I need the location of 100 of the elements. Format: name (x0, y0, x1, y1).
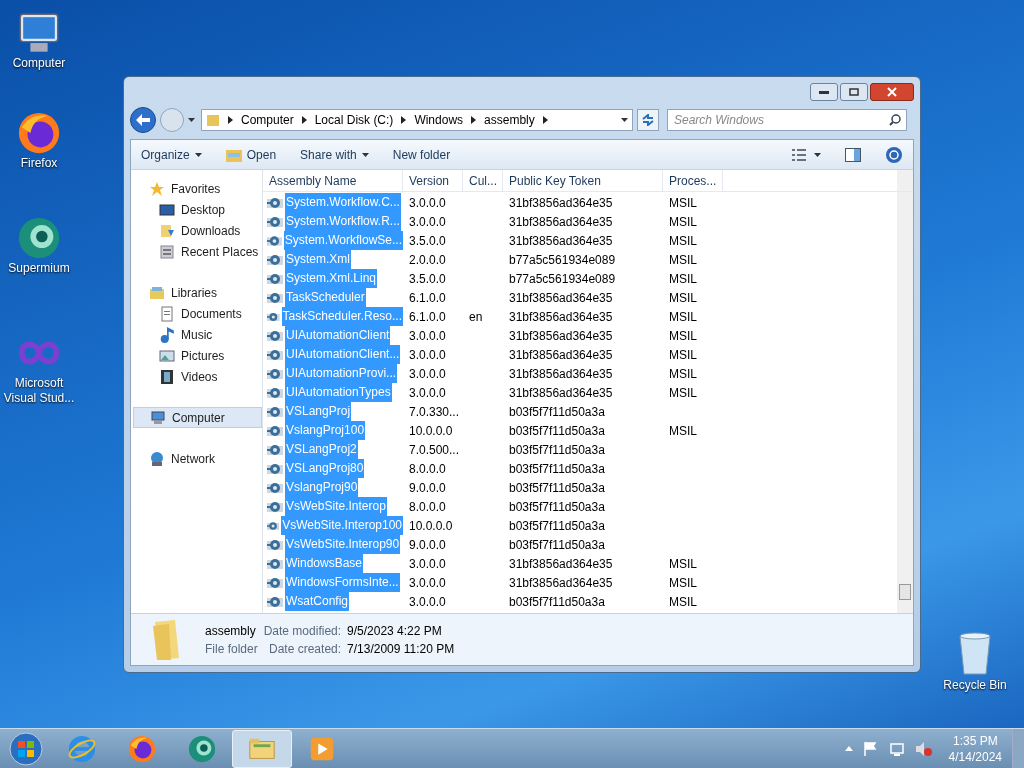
refresh-button[interactable] (637, 109, 659, 131)
table-cell: 9.0.0.0 (409, 480, 446, 495)
breadcrumb[interactable]: Local Disk (C:) (314, 111, 394, 129)
column-header[interactable]: Cul... (463, 170, 503, 191)
assembly-icon (267, 594, 283, 609)
breadcrumb[interactable]: Windows (414, 111, 464, 129)
toolbar-button[interactable]: Share with (300, 145, 369, 164)
preview-pane-button[interactable] (845, 147, 861, 162)
table-cell: MSIL (669, 594, 697, 609)
desktop-icon-label[interactable]: Supermium (8, 261, 70, 276)
column-header[interactable]: Version (403, 170, 463, 191)
desktop-icon-label[interactable]: Computer (12, 56, 66, 71)
assembly-icon (267, 195, 283, 210)
sidebar-item[interactable]: Favorites (133, 178, 262, 199)
table-cell: 31bf3856ad364e35 (509, 366, 613, 381)
table-cell: 3.0.0.0 (409, 347, 446, 362)
table-cell: MSIL (669, 575, 697, 590)
desktop-icon-label[interactable]: Microsoft Visual Stud... (2, 376, 76, 406)
supermium-icon (16, 215, 62, 261)
desktop-icon-label[interactable]: Recycle Bin (943, 676, 1007, 694)
table-cell: b77a5c561934e089 (509, 271, 616, 286)
detail-label: Date modified: (263, 622, 342, 640)
assembly-icon (267, 423, 283, 438)
sidebar-item[interactable]: Downloads (149, 220, 262, 241)
table-cell: 31bf3856ad364e35 (509, 328, 613, 343)
table-cell: 3.0.0.0 (409, 594, 446, 609)
table-cell: 7.0.330... (409, 404, 460, 419)
caret-icon (361, 152, 369, 157)
table-cell: 31bf3856ad364e35 (509, 233, 613, 248)
close-button[interactable] (870, 83, 914, 101)
sidebar-item[interactable]: Videos (149, 366, 262, 387)
column-header[interactable]: Assembly Name (263, 170, 403, 191)
search-field[interactable]: Search Windows (667, 109, 907, 131)
firefox-icon (16, 110, 62, 156)
table-cell: b03f5f7f11d50a3a (509, 594, 605, 609)
caret-icon (188, 118, 195, 122)
desktop-icon-label[interactable]: Firefox (20, 156, 58, 171)
toolbar-button[interactable]: New folder (392, 145, 451, 164)
table-cell: 2.0.0.0 (409, 252, 446, 267)
column-header[interactable]: Proces... (663, 170, 723, 191)
taskbar-button[interactable] (232, 729, 292, 768)
view-options-button[interactable] (792, 148, 821, 161)
minimize-button[interactable] (810, 83, 838, 101)
table-cell: 31bf3856ad364e35 (509, 290, 613, 305)
table-cell: 3.0.0.0 (409, 575, 446, 590)
address-bar[interactable]: Computer Local Disk (C:) Windows assembly (201, 109, 633, 131)
table-cell: MSIL (669, 271, 697, 286)
sidebar-item[interactable]: Libraries (133, 282, 262, 303)
flag-icon[interactable] (862, 740, 879, 757)
table-cell: MSIL (669, 423, 697, 438)
caret-icon (621, 118, 628, 122)
sidebar-item[interactable]: Computer (133, 407, 262, 428)
scrollbar[interactable] (897, 192, 913, 613)
folder-icon (206, 113, 220, 127)
sidebar-item[interactable]: Music (149, 324, 262, 345)
help-icon (885, 145, 903, 164)
library-icon (149, 284, 165, 301)
sidebar-item[interactable]: Recent Places (149, 241, 262, 262)
sidebar-item[interactable]: Documents (149, 303, 262, 324)
help-button[interactable] (885, 145, 903, 164)
recycle-bin-icon (956, 630, 994, 676)
maximize-button[interactable] (840, 83, 868, 101)
show-hidden-icons-icon[interactable] (844, 746, 853, 751)
assembly-icon (267, 385, 283, 400)
table-cell: 3.0.0.0 (409, 385, 446, 400)
table-cell: 7.0.500... (409, 442, 460, 457)
table-cell: 31bf3856ad364e35 (509, 214, 613, 229)
breadcrumb[interactable]: Computer (241, 111, 294, 129)
column-header[interactable]: Public Key Token (503, 170, 663, 191)
table-cell: MSIL (669, 233, 697, 248)
detail-label: Date created: (268, 640, 342, 658)
assembly-icon (267, 461, 283, 476)
table-cell: b03f5f7f11d50a3a (509, 404, 605, 419)
sidebar-item[interactable]: Network (133, 448, 262, 469)
table-cell: 6.1.0.0 (409, 290, 446, 305)
scrollbar[interactable] (897, 170, 913, 191)
back-button[interactable] (130, 107, 156, 133)
table-cell: b77a5c561934e089 (509, 252, 616, 267)
list-view-icon (792, 148, 806, 161)
speaker-muted-icon[interactable] (914, 740, 933, 757)
table-cell: 6.1.0.0 (409, 309, 446, 324)
toolbar-button[interactable]: Open (225, 145, 277, 164)
folder-icon (225, 147, 242, 162)
e-icon (67, 733, 97, 764)
table-cell: 31bf3856ad364e35 (509, 556, 613, 571)
breadcrumb[interactable]: assembly (484, 111, 535, 129)
toolbar-button[interactable]: Organize (141, 145, 202, 164)
minimize-icon (819, 90, 829, 94)
search-icon (889, 114, 901, 126)
table-cell: 31bf3856ad364e35 (509, 309, 613, 324)
table-cell: 10.0.0.0 (409, 518, 453, 533)
assembly-icon (267, 442, 283, 457)
table-cell: 10.0.0.0 (409, 423, 453, 438)
assembly-icon (267, 233, 282, 248)
network-icon[interactable] (888, 740, 905, 757)
sidebar-item[interactable]: Desktop (149, 199, 262, 220)
start-orb-icon (9, 731, 43, 766)
table-cell: MSIL (669, 556, 697, 571)
assembly-icon (267, 575, 283, 590)
sidebar-item[interactable]: Pictures (149, 345, 262, 366)
